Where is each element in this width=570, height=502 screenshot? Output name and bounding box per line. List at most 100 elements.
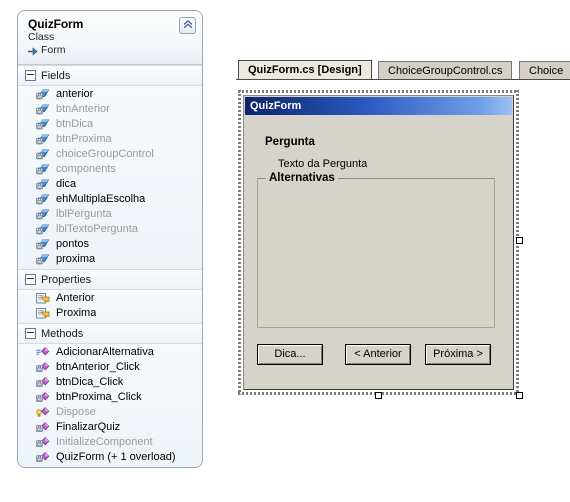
member-label: lblTextoPergunta xyxy=(56,223,138,235)
list-item[interactable]: Anterior xyxy=(18,291,202,306)
member-label: Dispose xyxy=(56,406,96,418)
list-item[interactable]: FinalizarQuiz xyxy=(18,420,202,435)
list-item[interactable]: pontos xyxy=(18,237,202,252)
field-icon xyxy=(36,193,50,206)
resize-handle-bottom[interactable] xyxy=(375,392,382,399)
list-item[interactable]: lblTextoPergunta xyxy=(18,222,202,237)
list-item[interactable]: btnAnterior_Click xyxy=(18,360,202,375)
list-item[interactable]: Dispose xyxy=(18,405,202,420)
resize-handle-bottom-right[interactable] xyxy=(516,392,523,399)
field-icon xyxy=(36,133,50,146)
label-pergunta[interactable]: Pergunta xyxy=(265,136,315,148)
member-label: anterior xyxy=(56,88,94,100)
method-icon xyxy=(36,451,50,464)
expander-minus-icon[interactable] xyxy=(25,70,36,81)
list-item[interactable]: components xyxy=(18,162,202,177)
member-label: choiceGroupControl xyxy=(56,148,154,160)
member-label: Proxima xyxy=(56,307,97,319)
list-item[interactable]: Proxima xyxy=(18,306,202,321)
field-icon xyxy=(36,103,50,116)
field-icon xyxy=(36,223,50,236)
member-label: btnProxima_Click xyxy=(56,391,142,403)
anterior-button[interactable]: < Anterior xyxy=(345,344,411,365)
tab-choice-partial[interactable]: Choice xyxy=(519,61,570,79)
member-label: pontos xyxy=(56,238,90,250)
section-label-properties: Properties xyxy=(41,273,92,286)
editor-area: QuizForm.cs [Design] ChoiceGroupControl.… xyxy=(236,60,570,420)
list-item[interactable]: btnProxima xyxy=(18,132,202,147)
property-icon xyxy=(36,307,50,320)
dica-button[interactable]: Dica... xyxy=(257,344,323,365)
list-item[interactable]: proxima xyxy=(18,252,202,267)
field-icon xyxy=(36,148,50,161)
button-row: Dica... < Anterior Próxima > xyxy=(257,344,502,365)
member-label: proxima xyxy=(56,253,96,265)
method-icon xyxy=(36,391,50,404)
list-item[interactable]: InitializeComponent xyxy=(18,435,202,450)
member-label: AdicionarAlternativa xyxy=(56,346,154,358)
section-label-fields: Fields xyxy=(41,69,71,82)
member-label: btnProxima xyxy=(56,133,112,145)
tab-label: ChoiceGroupControl.cs xyxy=(388,65,503,77)
winform-window[interactable]: QuizForm Pergunta Texto da Pergunta Alte… xyxy=(243,95,514,390)
expander-minus-icon[interactable] xyxy=(25,328,36,339)
field-icon xyxy=(36,178,50,191)
collapse-button[interactable] xyxy=(179,17,196,34)
list-item[interactable]: lblPergunta xyxy=(18,207,202,222)
list-item[interactable]: btnProxima_Click xyxy=(18,390,202,405)
property-icon xyxy=(36,292,50,305)
field-icon xyxy=(36,208,50,221)
list-item[interactable]: QuizForm (+ 1 overload) xyxy=(18,450,202,465)
proxima-button[interactable]: Próxima > xyxy=(425,344,491,365)
section-header-methods[interactable]: Methods xyxy=(18,323,202,344)
form-selection-frame[interactable]: QuizForm Pergunta Texto da Pergunta Alte… xyxy=(238,90,523,399)
list-item[interactable]: anterior xyxy=(18,87,202,102)
editor-tabstrip: QuizForm.cs [Design] ChoiceGroupControl.… xyxy=(236,60,570,80)
method-icon xyxy=(36,436,50,449)
section-header-properties[interactable]: Properties xyxy=(18,269,202,290)
member-label: ehMultiplaEscolha xyxy=(56,193,146,205)
list-item[interactable]: choiceGroupControl xyxy=(18,147,202,162)
section-header-fields[interactable]: Fields xyxy=(18,65,202,86)
properties-list: Anterior Proxima xyxy=(18,290,202,323)
tab-choicegroupcontrol[interactable]: ChoiceGroupControl.cs xyxy=(378,61,513,79)
expander-minus-icon[interactable] xyxy=(25,274,36,285)
member-label: FinalizarQuiz xyxy=(56,421,121,433)
fields-list: anterior btnAnterior btnDica btnProxima … xyxy=(18,86,202,269)
method-icon xyxy=(36,376,50,389)
groupbox-title: Alternativas xyxy=(266,172,338,184)
method-icon xyxy=(36,421,50,434)
member-label: btnDica_Click xyxy=(56,376,124,388)
member-label: components xyxy=(56,163,116,175)
list-item[interactable]: ehMultiplaEscolha xyxy=(18,192,202,207)
list-item[interactable]: btnAnterior xyxy=(18,102,202,117)
class-base-type: Form xyxy=(28,44,194,57)
list-item[interactable]: dica xyxy=(18,177,202,192)
member-label: dica xyxy=(56,178,77,190)
member-label: btnAnterior xyxy=(56,103,110,115)
class-kind: Class xyxy=(28,31,55,43)
resize-handle-right[interactable] xyxy=(516,237,523,244)
field-icon xyxy=(36,118,50,131)
section-label-methods: Methods xyxy=(41,327,84,340)
chevron-double-up-icon xyxy=(183,19,193,32)
field-icon xyxy=(36,88,50,101)
methods-list: AdicionarAlternativa btnAnterior_Click b… xyxy=(18,344,202,467)
winform-design-surface[interactable]: QuizForm Pergunta Texto da Pergunta Alte… xyxy=(236,86,570,420)
label-texto-pergunta[interactable]: Texto da Pergunta xyxy=(278,158,367,170)
tab-label: QuizForm.cs [Design] xyxy=(248,64,362,76)
method-protected-icon xyxy=(36,346,50,359)
member-label: InitializeComponent xyxy=(56,436,153,448)
class-name: QuizForm xyxy=(28,17,84,31)
tab-quizform-design[interactable]: QuizForm.cs [Design] xyxy=(238,60,372,79)
member-label: btnDica xyxy=(56,118,94,130)
groupbox-alternativas[interactable]: Alternativas xyxy=(257,172,495,328)
list-item[interactable]: btnDica xyxy=(18,117,202,132)
member-label: Anterior xyxy=(56,292,95,304)
member-label: QuizForm (+ 1 overload) xyxy=(56,451,176,463)
member-label: btnAnterior_Click xyxy=(56,361,140,373)
class-diagram-panel[interactable]: QuizForm Class Form Fields anterior btnA… xyxy=(17,10,203,468)
list-item[interactable]: btnDica_Click xyxy=(18,375,202,390)
list-item[interactable]: AdicionarAlternativa xyxy=(18,345,202,360)
class-diagram-header[interactable]: QuizForm Class Form xyxy=(18,11,202,65)
